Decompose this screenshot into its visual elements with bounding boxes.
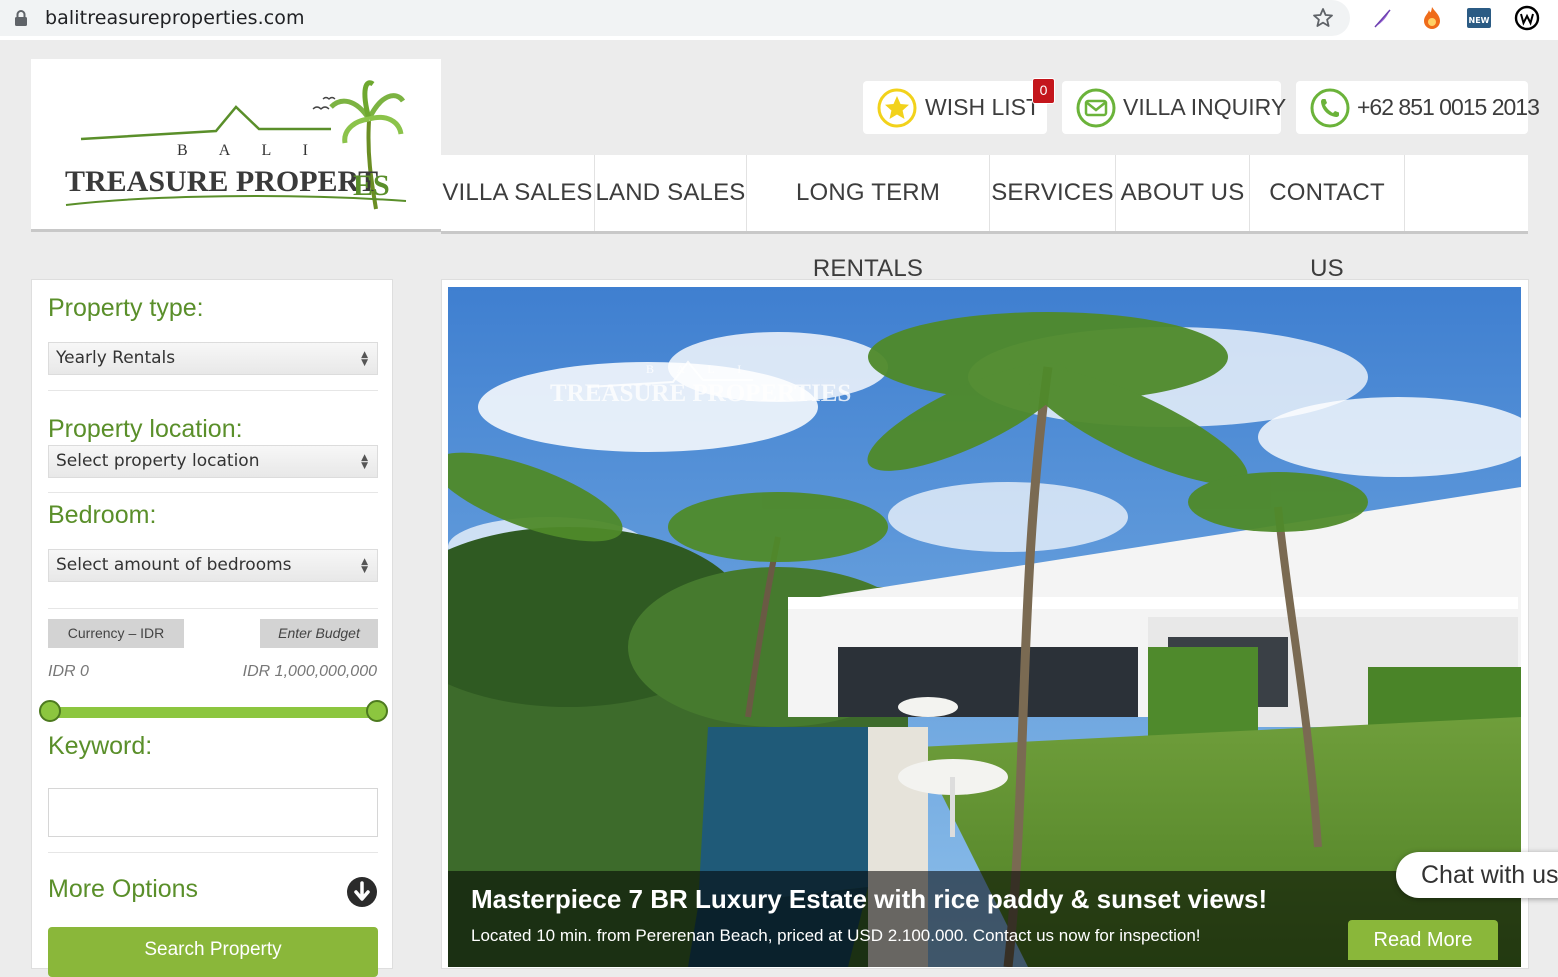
watermark-line1: B A L I [646, 362, 751, 376]
wishlist-button[interactable]: WISH LIST [863, 81, 1047, 134]
bedroom-value: Select amount of bedrooms [56, 555, 292, 575]
property-type-label: Property type: [48, 294, 204, 322]
phone-button[interactable]: +62 851 0015 2013 [1296, 81, 1540, 134]
watermark-line2: TREASURE PROPERTIES [550, 380, 851, 407]
nav-about-us[interactable]: ABOUT US [1116, 155, 1250, 231]
featured-property-slide[interactable]: B A L I TREASURE PROPERTIES Masterpiece … [448, 287, 1521, 967]
nav-land-sales[interactable]: LAND SALES [595, 155, 747, 231]
property-location-label: Property location: [48, 415, 243, 443]
select-arrows-icon: ▲ ▼ [361, 350, 368, 368]
divider [48, 492, 378, 493]
address-bar[interactable]: balitreasureproperties.com [0, 0, 1350, 36]
divider [48, 608, 378, 609]
star-icon [877, 88, 917, 128]
wishlist-count-badge: 0 [1032, 78, 1055, 104]
slide-title[interactable]: Masterpiece 7 BR Luxury Estate with rice… [471, 884, 1267, 915]
budget-slider-max-handle[interactable] [366, 700, 388, 722]
range-min-label: IDR 0 [48, 663, 89, 680]
select-arrows-icon: ▲ ▼ [361, 557, 368, 575]
nav-long-term-rentals[interactable]: LONG TERM RENTALS [747, 155, 990, 282]
header-divider [31, 229, 441, 232]
property-search-panel: Property type: Yearly Rentals ▲ ▼ Propert… [31, 279, 393, 977]
villa-inquiry-button[interactable]: VILLA INQUIRY [1062, 81, 1286, 134]
divider [48, 390, 378, 391]
property-location-select[interactable]: Select property location ▲ ▼ [48, 445, 378, 478]
new-extension-label: NEW [1469, 16, 1490, 25]
villa-photo: B A L I TREASURE PROPERTIES [448, 287, 1521, 967]
wishlist-label: WISH LIST [925, 94, 1041, 120]
budget-slider-min-handle[interactable] [39, 700, 61, 722]
nav-services[interactable]: SERVICES [990, 155, 1116, 231]
main-nav: VILLA SALES LAND SALES LONG TERM RENTALS… [441, 155, 1528, 282]
bedroom-label: Bedroom: [48, 501, 157, 529]
site-logo[interactable]: B A L I TREASURE PROPERT ES [31, 59, 441, 231]
budget-slider-track[interactable] [52, 707, 378, 718]
new-extension-icon[interactable]: NEW [1466, 5, 1492, 31]
logo-line2: TREASURE PROPERT [65, 165, 378, 198]
feather-extension-icon[interactable] [1370, 5, 1396, 31]
url-text[interactable]: balitreasureproperties.com [45, 7, 305, 29]
currency-button[interactable]: Currency – IDR [48, 619, 184, 648]
enter-budget-button[interactable]: Enter Budget [260, 619, 378, 648]
browser-toolbar: balitreasureproperties.com NEW [0, 0, 1558, 40]
logo-line1: B A L I [177, 142, 322, 159]
property-type-select[interactable]: Yearly Rentals ▲ ▼ [48, 342, 378, 375]
keyword-input[interactable] [48, 788, 378, 837]
logo-graphic: B A L I TREASURE PROPERT ES [65, 80, 407, 210]
bedroom-select[interactable]: Select amount of bedrooms ▲ ▼ [48, 549, 378, 582]
phone-icon [1310, 88, 1350, 128]
lock-icon [15, 10, 27, 26]
villa-inquiry-label: VILLA INQUIRY [1123, 94, 1287, 120]
phone-number: +62 851 0015 2013 [1357, 94, 1540, 120]
mail-icon [1076, 88, 1116, 128]
bookmark-star-icon[interactable] [1311, 6, 1335, 30]
more-options-label[interactable]: More Options [48, 875, 198, 904]
w-extension-icon[interactable] [1514, 5, 1540, 31]
range-max-label: IDR 1,000,000,000 [242, 663, 377, 680]
slide-subtitle: Located 10 min. from Pererenan Beach, pr… [471, 926, 1201, 945]
nav-contact-us[interactable]: CONTACT US [1250, 155, 1405, 282]
read-more-button[interactable]: Read More [1348, 920, 1498, 960]
nav-villa-sales[interactable]: VILLA SALES [441, 155, 595, 231]
keyword-label: Keyword: [48, 732, 153, 760]
search-property-button[interactable]: Search Property [48, 927, 378, 977]
property-type-value: Yearly Rentals [56, 348, 176, 368]
select-arrows-icon: ▲ ▼ [361, 453, 368, 471]
fire-extension-icon[interactable] [1419, 5, 1445, 31]
arrow-down-circle-icon[interactable] [346, 876, 378, 908]
logo-line2-end: ES [353, 169, 390, 202]
chat-widget-button[interactable]: Chat with us [1396, 852, 1558, 898]
divider [48, 852, 378, 853]
property-location-value: Select property location [56, 451, 260, 471]
